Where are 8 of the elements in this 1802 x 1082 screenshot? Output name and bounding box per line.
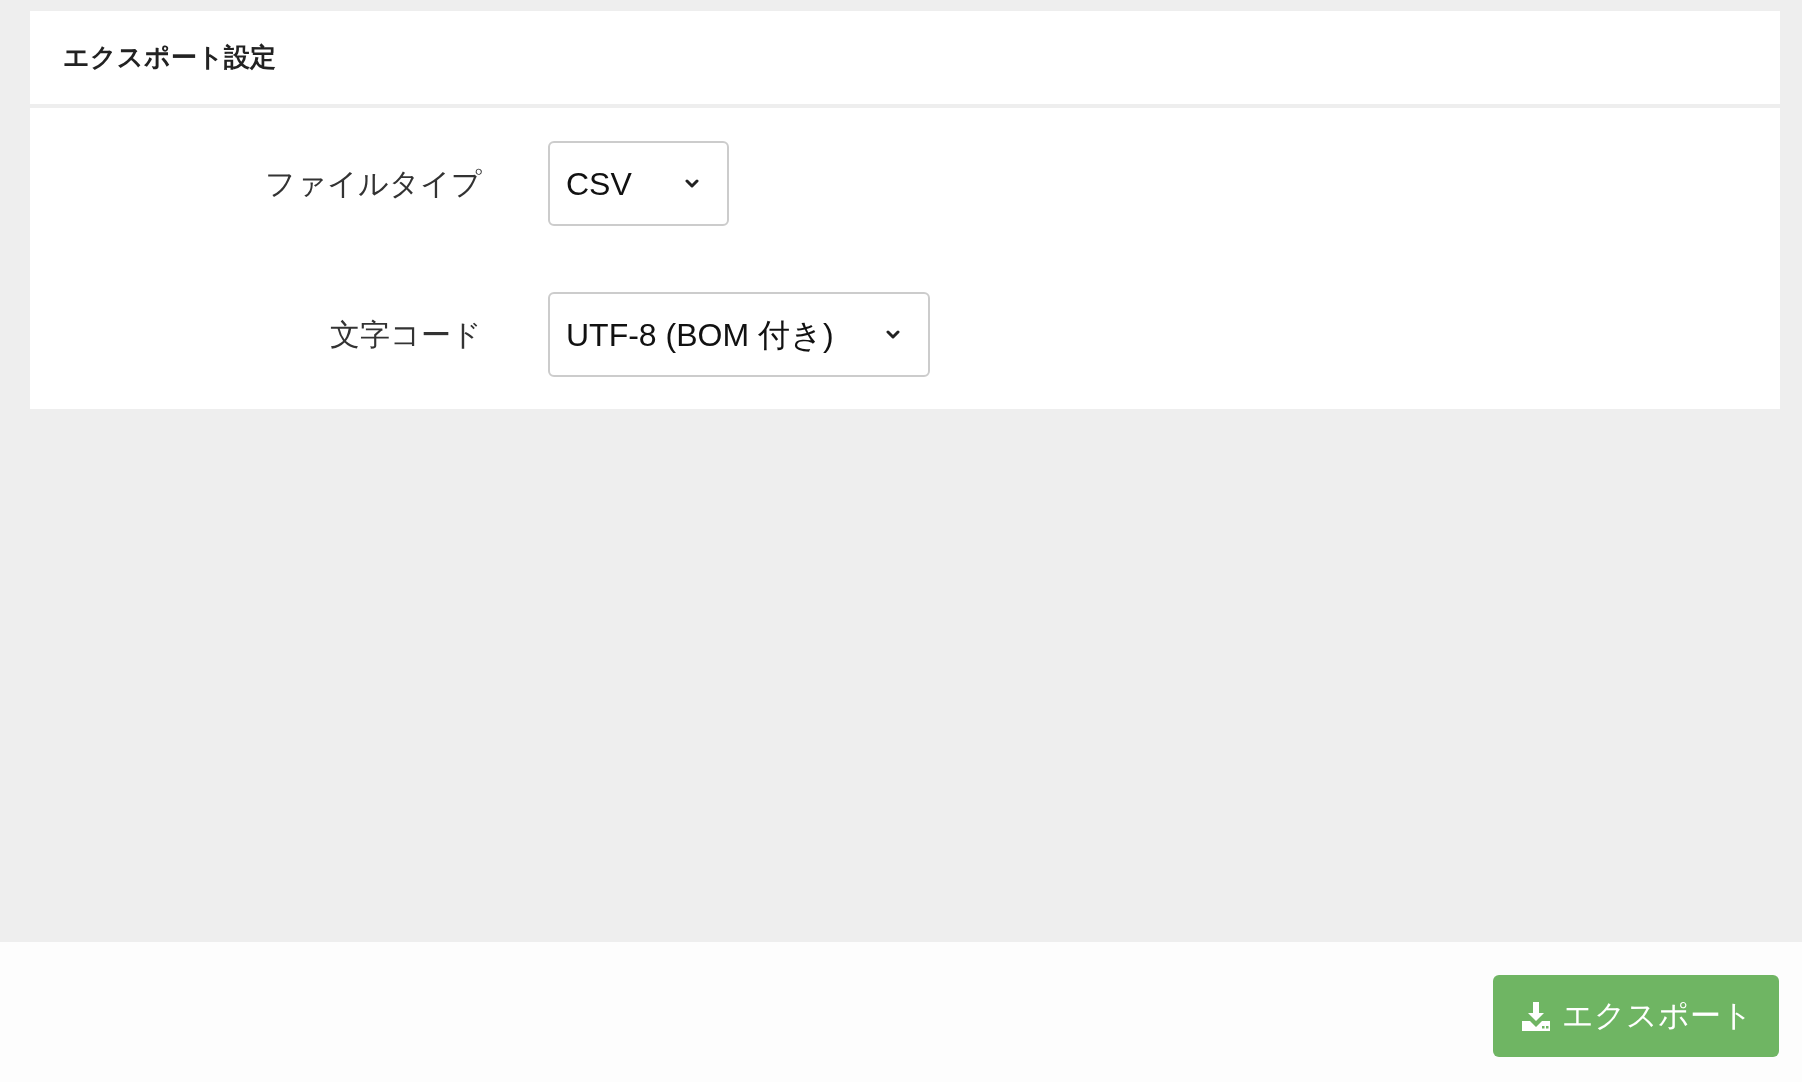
chevron-down-icon [886,329,900,340]
field-label: 文字コード [330,317,482,353]
field-label: ファイルタイプ [265,166,482,202]
dropdown-select[interactable]: CSV [548,141,729,226]
download-icon [1519,1000,1552,1032]
chevron-down-icon [685,178,699,189]
dropdown-select[interactable]: UTF-8 (BOM 付き) [548,292,930,377]
panel-title: エクスポート設定 [63,41,276,74]
